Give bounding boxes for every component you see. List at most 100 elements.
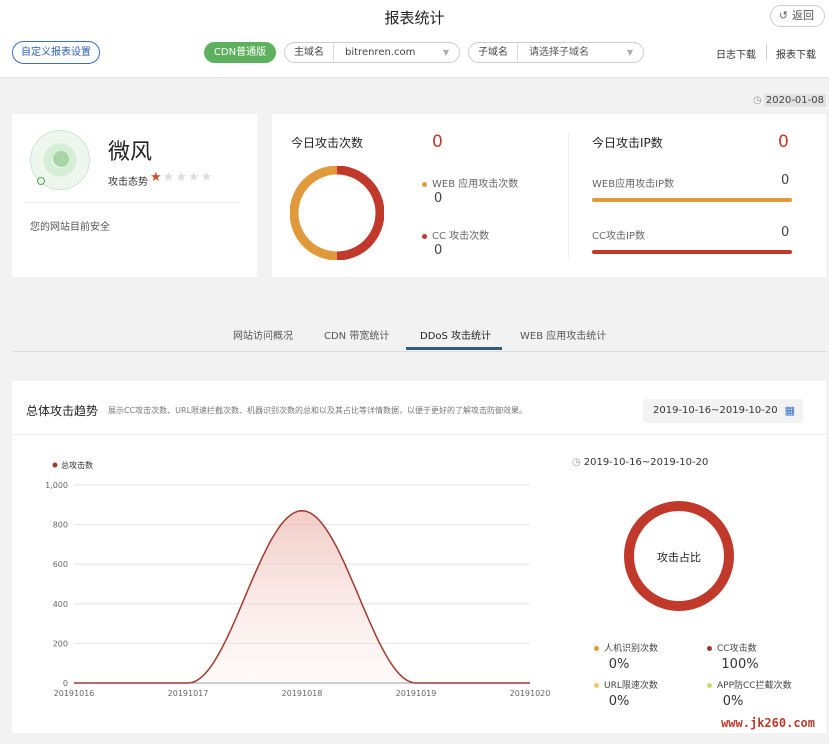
star-empty-icon: ★ [187,170,201,185]
pie-date-range-value: 2019-10-16~2019-10-20 [583,457,709,468]
legend-label: CC攻击数 [717,644,757,654]
active-tab-indicator [406,347,502,350]
divider [26,202,239,203]
calendar-icon: ▦ [784,404,795,417]
logo-tail [37,177,45,185]
chevron-down-icon: ▼ [442,48,449,57]
legend-dot [594,646,599,651]
log-download-link[interactable]: 日志下载 [716,46,756,61]
date-range-value: 2019-10-16~2019-10-20 [653,405,778,416]
x-tick-label: 20191016 [54,689,95,698]
legend-dot [594,683,599,688]
clock-icon: ◷ [753,95,762,106]
cc-ip-bar [592,250,792,254]
sub-domain-placeholder: 请选择子域名 [529,47,589,58]
clock-icon: ◷ [572,457,581,468]
cc-attacks-label: CC 攻击次数 [422,227,489,242]
current-date: ◷ 2020-01-08 [753,94,826,107]
custom-report-settings-button[interactable]: 自定义报表设置 [12,41,100,64]
date-range-picker[interactable]: 2019-10-16~2019-10-20 ▦ [643,399,803,423]
cc-attacks-value: 0 [434,243,443,258]
main-domain-select[interactable]: 主域名 bitrenren.com ▼ [284,42,460,63]
legend-human-check: 人机识别次数 [594,641,658,654]
attack-share-panel: ◷ 2019-10-16~2019-10-20 攻击占比 人机识别次数 0% CC… [572,451,822,731]
web-attacks-label: WEB 应用攻击次数 [422,175,518,190]
tab-web-attack-stats[interactable]: WEB 应用攻击统计 [520,327,606,342]
legend-value: 0% [608,694,630,709]
attack-trend-section: 总体攻击趋势 展示CC攻击次数、URL限速拦截次数、机器识别次数的总和以及其占比… [12,381,826,733]
donut-cc-segment [336,166,384,260]
today-ip-value: 0 [778,132,789,152]
attack-stats-card: 今日攻击次数 0 WEB 应用攻击次数 0 CC 攻击次数 0 今日攻击IP数 … [272,114,826,277]
y-tick-label: 200 [53,639,68,648]
y-tick-label: 400 [53,600,68,609]
page-title: 报表统计 [384,9,445,27]
site-profile-card: 微风 攻击态势 ★★★★★ 您的网站目前安全 [12,114,257,277]
legend-label: APP防CC拦截次数 [717,681,792,691]
star-empty-icon: ★ [200,170,214,185]
web-ip-value: 0 [781,173,790,188]
today-ip-title: 今日攻击IP数 [592,136,663,150]
attack-level-label: 攻击态势 [108,177,148,188]
site-status-text: 您的网站目前安全 [30,222,110,233]
star-empty-icon: ★ [175,170,188,185]
report-download-link[interactable]: 报表下载 [776,46,816,61]
web-ip-bar [592,198,792,202]
today-attacks-title: 今日攻击次数 [291,136,364,150]
site-name: 微风 [108,140,153,165]
star-filled-icon: ★ [150,170,163,185]
sub-domain-label: 子域名 [469,43,518,62]
legend-cc-attacks: CC攻击数 [707,641,757,654]
web-attacks-value: 0 [434,191,443,206]
cc-ip-value: 0 [781,225,790,240]
site-logo [30,130,90,190]
back-label: 返回 [792,9,814,22]
main-domain-label: 主域名 [285,43,334,62]
cdn-version-badge: CDN普通版 [204,42,276,63]
x-tick-label: 20191018 [282,689,323,698]
current-date-value: 2020-01-08 [763,94,826,107]
y-tick-label: 600 [53,560,68,569]
legend-dot [52,462,58,468]
y-tick-label: 1,000 [45,481,68,490]
attack-share-label: 攻击占比 [657,551,701,564]
header-separator [766,44,767,60]
report-tabs: 网站访问概况 CDN 带宽统计 DDoS 攻击统计 WEB 应用攻击统计 [12,316,826,352]
legend-value: 100% [721,657,759,672]
tab-ddos-stats[interactable]: DDoS 攻击统计 [420,327,491,342]
today-attacks-donut [290,166,384,260]
x-tick-label: 20191017 [168,689,209,698]
y-tick-label: 0 [63,679,68,688]
chart-legend-label: 总攻击数 [61,460,93,470]
attack-level-stars: ★★★★★ [150,170,213,185]
cc-ip-label: CC攻击IP数 [592,231,645,242]
star-empty-icon: ★ [162,170,176,185]
y-tick-label: 800 [53,521,68,530]
donut-web-segment [290,166,338,260]
legend-app-cc: APP防CC拦截次数 [707,678,792,691]
top-header: 报表统计 ↺ 返回 自定义报表设置 CDN普通版 主域名 bitrenren.co… [0,0,829,78]
back-arrow-icon: ↺ [778,9,788,22]
main-domain-value: bitrenren.com [345,47,416,58]
x-tick-label: 20191019 [396,689,437,698]
watermark: www.jk260.com [721,716,815,730]
tab-cdn-bandwidth[interactable]: CDN 带宽统计 [324,327,389,342]
x-tick-label: 20191020 [510,689,551,698]
cc-legend-dot [422,233,427,239]
legend-dot [707,646,712,651]
chevron-down-icon: ▼ [626,48,633,57]
sub-domain-select[interactable]: 子域名 请选择子域名 ▼ [468,42,644,63]
legend-label: URL限速次数 [604,681,658,691]
today-attacks-value: 0 [432,132,443,152]
web-legend-dot [422,181,427,187]
legend-url-rate-limit: URL限速次数 [594,678,658,691]
legend-value: 0% [722,694,744,709]
web-attacks-label-text: WEB 应用攻击次数 [432,179,519,190]
legend-label: 人机识别次数 [604,644,659,654]
stats-divider [568,132,569,258]
legend-dot [707,683,712,688]
web-ip-label: WEB应用攻击IP数 [592,179,675,190]
tab-site-overview[interactable]: 网站访问概况 [233,327,293,342]
attack-trend-chart: 0 200 400 600 800 1,000 20191016 20191017 201910… [45,460,551,698]
back-button[interactable]: ↺ 返回 [769,5,825,27]
